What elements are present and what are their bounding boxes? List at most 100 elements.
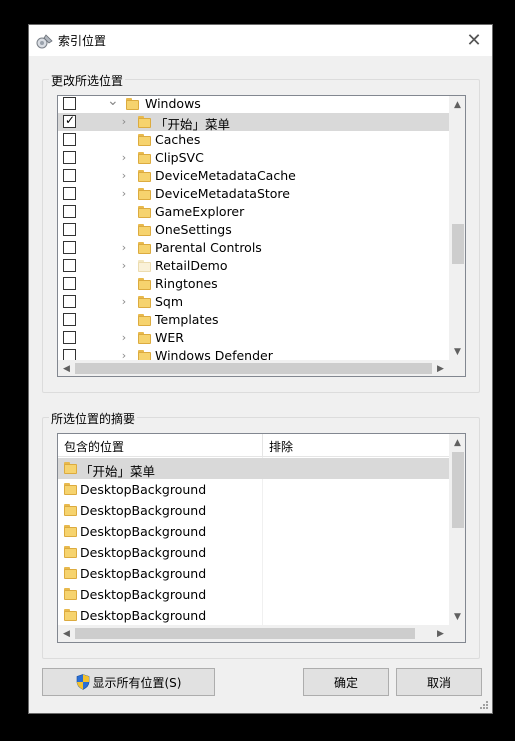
summary-list[interactable]: 包含的位置 排除 「开始」菜单 DesktopBackground DesktopB… (57, 433, 466, 643)
tree-vertical-scrollbar[interactable]: ▲ ▼ (449, 96, 465, 360)
show-all-locations-button[interactable]: 显示所有位置(S) (42, 668, 215, 696)
tree-item[interactable]: ⌄ Windows (58, 96, 449, 113)
tree-horizontal-scrollbar[interactable]: ◀ ▶ (58, 360, 449, 376)
included-location-label: 「开始」菜单 (80, 464, 156, 479)
scroll-left-icon[interactable]: ◀ (58, 625, 75, 642)
chevron-right-icon[interactable]: › (119, 168, 129, 182)
checkbox[interactable] (63, 133, 76, 146)
tree-item[interactable]: › Sqm (58, 293, 449, 311)
folder-body (138, 316, 151, 326)
folder-body (138, 226, 151, 236)
location-tree[interactable]: ⌄ Windows ✓ › 「开始」菜单 Caches › ClipSVC › DeviceMet… (57, 95, 466, 377)
folder-icon (138, 224, 151, 236)
list-item[interactable]: 「开始」菜单 (58, 458, 449, 479)
scroll-thumb[interactable] (452, 224, 464, 264)
ok-button[interactable]: 确定 (303, 668, 389, 696)
scroll-left-icon[interactable]: ◀ (58, 360, 75, 376)
tree-item-label: Ringtones (155, 276, 218, 291)
tree-item[interactable]: GameExplorer (58, 203, 449, 221)
cancel-button[interactable]: 取消 (396, 668, 482, 696)
tree-item[interactable]: OneSettings (58, 221, 449, 239)
folder-body (138, 262, 151, 272)
scroll-up-icon[interactable]: ▲ (449, 434, 465, 451)
tree-item[interactable]: Templates (58, 311, 449, 329)
cancel-label: 取消 (426, 675, 451, 690)
list-item[interactable]: DesktopBackground (58, 563, 449, 584)
checkbox[interactable] (63, 259, 76, 272)
scroll-thumb[interactable] (75, 363, 432, 374)
scroll-corner (449, 360, 465, 376)
summary-horizontal-scrollbar[interactable]: ◀ ▶ (58, 625, 449, 642)
column-divider[interactable] (262, 434, 263, 457)
chevron-down-icon[interactable]: ⌄ (107, 96, 119, 109)
tree-item[interactable]: Caches (58, 131, 449, 149)
tree-item[interactable]: › WER (58, 329, 449, 347)
chevron-right-icon[interactable]: › (119, 150, 129, 164)
chevron-right-icon[interactable]: › (119, 186, 129, 200)
checkbox[interactable] (63, 277, 76, 290)
folder-body (64, 569, 77, 579)
checkbox[interactable] (63, 331, 76, 344)
folder-body (138, 172, 151, 182)
included-location-label: DesktopBackground (80, 503, 207, 518)
change-locations-label: 更改所选位置 (49, 72, 126, 89)
folder-icon (64, 525, 77, 537)
ok-label: 确定 (333, 675, 358, 690)
tree-item[interactable]: › DeviceMetadataStore (58, 185, 449, 203)
list-item[interactable]: DesktopBackground (58, 521, 449, 542)
close-button[interactable]: ✕ (456, 25, 492, 56)
resize-grip-icon[interactable] (479, 700, 489, 710)
checkbox[interactable] (63, 205, 76, 218)
checkbox[interactable] (63, 295, 76, 308)
folder-icon (64, 462, 77, 474)
checkbox[interactable]: ✓ (63, 113, 76, 128)
summary-vertical-scrollbar[interactable]: ▲ ▼ (449, 434, 465, 625)
tree-item[interactable]: Ringtones (58, 275, 449, 293)
folder-body (138, 118, 151, 128)
scroll-thumb[interactable] (75, 628, 415, 639)
included-location-label: DesktopBackground (80, 482, 207, 497)
chevron-right-icon[interactable]: › (119, 294, 129, 308)
chevron-right-icon[interactable]: › (119, 258, 129, 272)
folder-body (64, 590, 77, 600)
scroll-up-icon[interactable]: ▲ (449, 96, 465, 113)
title-bar[interactable]: 索引位置 ✕ (29, 25, 492, 56)
column-header-excluded[interactable]: 排除 (269, 438, 293, 455)
tree-item-label: Caches (155, 132, 201, 147)
chevron-right-icon[interactable]: › (119, 114, 129, 128)
checkbox[interactable] (63, 241, 76, 254)
tree-item[interactable]: ✓ › 「开始」菜单 (58, 113, 449, 132)
list-item[interactable]: DesktopBackground (58, 479, 449, 500)
folder-body (64, 464, 77, 474)
list-item[interactable]: DesktopBackground (58, 542, 449, 563)
tree-item-label: WER (155, 330, 184, 345)
checkbox[interactable] (63, 313, 76, 326)
folder-icon (138, 134, 151, 146)
folder-body (138, 190, 151, 200)
scroll-right-icon[interactable]: ▶ (432, 360, 449, 376)
tree-item[interactable]: › ClipSVC (58, 149, 449, 167)
list-item[interactable]: DesktopBackground (58, 500, 449, 521)
tree-item[interactable]: › DeviceMetadataCache (58, 167, 449, 185)
scroll-down-icon[interactable]: ▼ (449, 608, 465, 625)
folder-icon (64, 609, 77, 621)
folder-icon (138, 278, 151, 290)
list-item[interactable]: DesktopBackground (58, 584, 449, 605)
chevron-right-icon[interactable]: › (119, 240, 129, 254)
tree-item[interactable]: › Parental Controls (58, 239, 449, 257)
checkbox[interactable] (63, 151, 76, 164)
folder-icon (64, 567, 77, 579)
scroll-thumb[interactable] (452, 452, 464, 528)
tree-item[interactable]: › RetailDemo (58, 257, 449, 275)
list-item[interactable]: DesktopBackground (58, 605, 449, 626)
column-header-included[interactable]: 包含的位置 (64, 438, 124, 455)
checkbox[interactable] (63, 169, 76, 182)
folder-icon (138, 296, 151, 308)
scroll-right-icon[interactable]: ▶ (432, 625, 449, 642)
checkbox[interactable] (63, 187, 76, 200)
checkbox[interactable] (63, 223, 76, 236)
checkbox[interactable] (63, 97, 76, 110)
indexed-locations-dialog: 索引位置 ✕ 更改所选位置 ⌄ Windows ✓ › 「开始」菜单 Caches › Cli… (28, 24, 493, 714)
scroll-down-icon[interactable]: ▼ (449, 343, 465, 360)
chevron-right-icon[interactable]: › (119, 330, 129, 344)
